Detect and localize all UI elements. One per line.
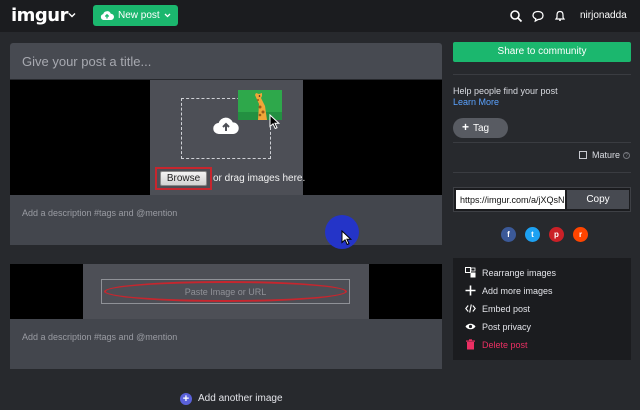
- mouse-cursor-icon: [341, 230, 353, 246]
- drag-images-text: or drag images here.: [213, 173, 306, 184]
- embed-post-item[interactable]: Embed post: [453, 303, 631, 317]
- mouse-cursor-icon: [269, 114, 281, 130]
- add-another-label: Add another image: [198, 393, 283, 404]
- eye-icon: [465, 323, 476, 330]
- add-more-images-item[interactable]: Add more images: [453, 285, 631, 299]
- copy-button[interactable]: Copy: [567, 190, 629, 209]
- pinterest-icon[interactable]: p: [549, 227, 564, 242]
- divider: [453, 142, 631, 143]
- code-icon: [465, 304, 476, 313]
- plus-icon: [465, 285, 476, 296]
- delete-post-item[interactable]: Delete post: [453, 339, 631, 353]
- share-to-community-button[interactable]: Share to community: [453, 42, 631, 62]
- bell-icon[interactable]: [553, 9, 567, 23]
- help-text: Help people find your post: [453, 86, 558, 96]
- learn-more-link[interactable]: Learn More: [453, 97, 499, 107]
- tag-label: Tag: [473, 123, 490, 134]
- add-more-images-label: Add more images: [482, 286, 553, 296]
- chat-icon[interactable]: [531, 9, 545, 23]
- trash-icon: [466, 339, 475, 350]
- new-post-button[interactable]: New post: [93, 5, 178, 26]
- plus-icon: +: [462, 120, 470, 134]
- image-description-2[interactable]: Add a description #tags and @mention: [10, 319, 442, 369]
- add-tag-button[interactable]: + Tag: [453, 118, 508, 138]
- embed-post-label: Embed post: [482, 304, 531, 314]
- reddit-icon[interactable]: r: [573, 227, 588, 242]
- chevron-down-icon[interactable]: [66, 9, 78, 21]
- post-actions-panel: Rearrange images Add more images Embed p…: [453, 258, 631, 360]
- imgur-logo[interactable]: imgur: [11, 5, 69, 26]
- rearrange-images-item[interactable]: Rearrange images: [453, 267, 631, 281]
- post-title-input[interactable]: [10, 43, 442, 79]
- divider: [453, 172, 631, 173]
- share-link-box: Copy: [453, 187, 631, 212]
- image-description-1[interactable]: Add a description #tags and @mention: [10, 195, 442, 245]
- description-placeholder: Add a description #tags and @mention: [22, 208, 178, 218]
- description-placeholder: Add a description #tags and @mention: [22, 332, 178, 342]
- browse-button[interactable]: Browse: [160, 171, 207, 186]
- url-highlight: [104, 281, 347, 302]
- top-bar: imgur New post nirjonadda: [0, 0, 640, 32]
- divider: [453, 74, 631, 75]
- search-icon[interactable]: [509, 9, 523, 23]
- rearrange-images-label: Rearrange images: [482, 268, 557, 278]
- new-post-label: New post: [118, 10, 160, 21]
- username[interactable]: nirjonadda: [580, 10, 627, 21]
- post-privacy-label: Post privacy: [482, 322, 532, 332]
- twitter-icon[interactable]: t: [525, 227, 540, 242]
- cloud-upload-icon: [213, 117, 239, 135]
- facebook-icon[interactable]: f: [501, 227, 516, 242]
- cloud-upload-icon: [100, 11, 114, 20]
- plus-circle-icon: +: [180, 393, 192, 405]
- rearrange-icon: [465, 267, 476, 278]
- chevron-down-icon: [164, 13, 171, 18]
- mature-checkbox[interactable]: [579, 151, 587, 159]
- share-link-field[interactable]: [456, 190, 565, 209]
- help-icon[interactable]: ?: [623, 152, 630, 159]
- post-privacy-item[interactable]: Post privacy: [453, 321, 631, 335]
- delete-post-label: Delete post: [482, 340, 528, 350]
- mature-label: Mature: [592, 150, 621, 160]
